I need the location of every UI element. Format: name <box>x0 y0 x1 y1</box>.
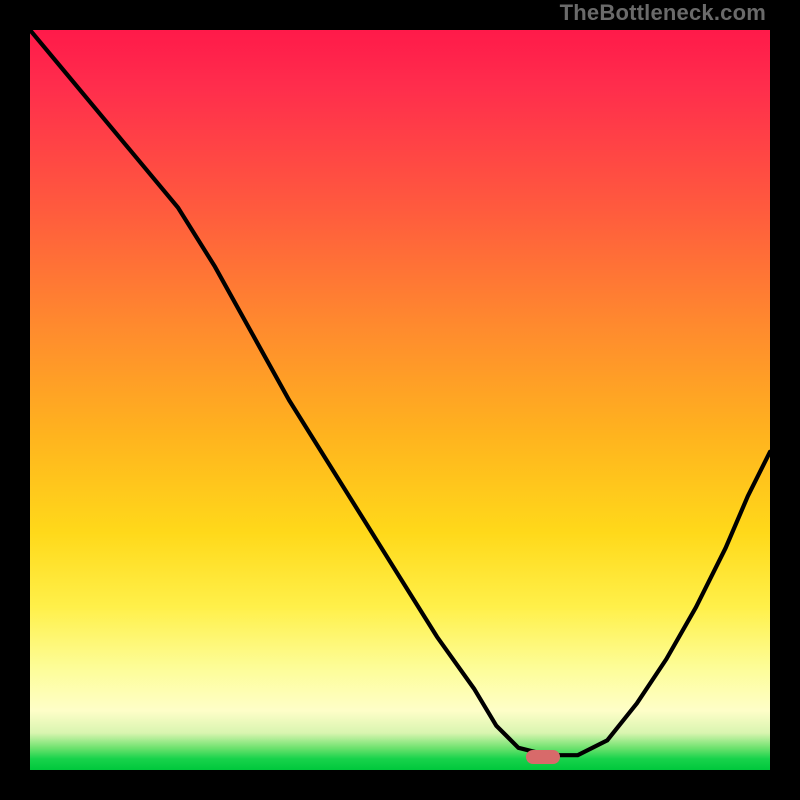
optimal-point-marker <box>526 750 560 764</box>
chart-container: TheBottleneck.com <box>0 0 800 800</box>
watermark-text: TheBottleneck.com <box>560 0 766 26</box>
bottleneck-curve <box>30 30 770 770</box>
plot-area <box>30 30 770 770</box>
